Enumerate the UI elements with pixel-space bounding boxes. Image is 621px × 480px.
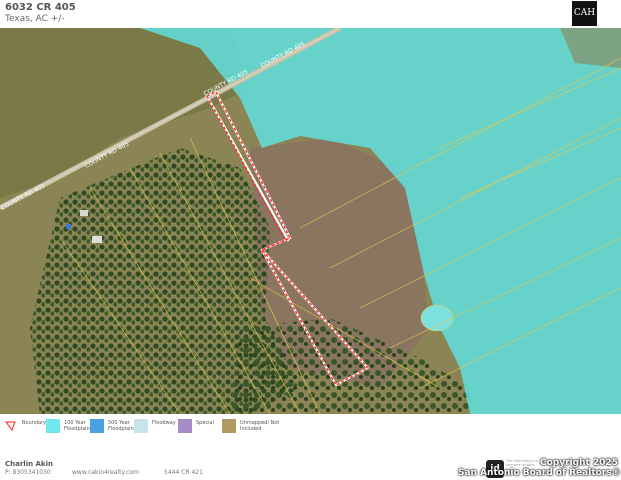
legend-swatch <box>178 419 192 433</box>
legend-swatch <box>90 419 104 433</box>
agent-phone[interactable]: P: 8305341030 <box>5 469 51 476</box>
aerial-map[interactable]: COUNTY RD 405 COUNTY RD 405 COUNTY RD 40… <box>0 28 621 414</box>
footer: Charlin Akin P: 8305341030 www.cakin4rea… <box>0 440 621 480</box>
pool <box>66 224 71 229</box>
property-title: 6032 CR 405 <box>5 2 76 13</box>
legend-label: Unmapped/ Not Included <box>240 420 280 432</box>
building <box>92 236 102 243</box>
agent-website-link[interactable]: www.cakin4realty.com <box>72 469 139 476</box>
legend-swatch <box>222 419 236 433</box>
legend-swatch <box>46 419 60 433</box>
boundary-icon <box>4 421 16 432</box>
pond <box>420 304 454 332</box>
agent-name: Charlin Akin <box>5 460 53 468</box>
map-legend: Boundary 100 Year Floodplain 500 Year Fl… <box>0 416 621 438</box>
property-subtitle: Texas, AC +/- <box>5 14 65 24</box>
copyright-text: Copyright 2025 <box>540 458 618 468</box>
brand-logo: CAH <box>572 1 597 26</box>
copyright-owner: San Antonio Board of Realtors® <box>458 468 621 478</box>
header: 6032 CR 405 Texas, AC +/- CAH <box>0 0 621 28</box>
legend-swatch <box>134 419 148 433</box>
building <box>80 210 88 216</box>
map-canvas: COUNTY RD 405 COUNTY RD 405 COUNTY RD 40… <box>0 28 621 414</box>
agent-address: 5444 CR 421 <box>164 469 203 476</box>
